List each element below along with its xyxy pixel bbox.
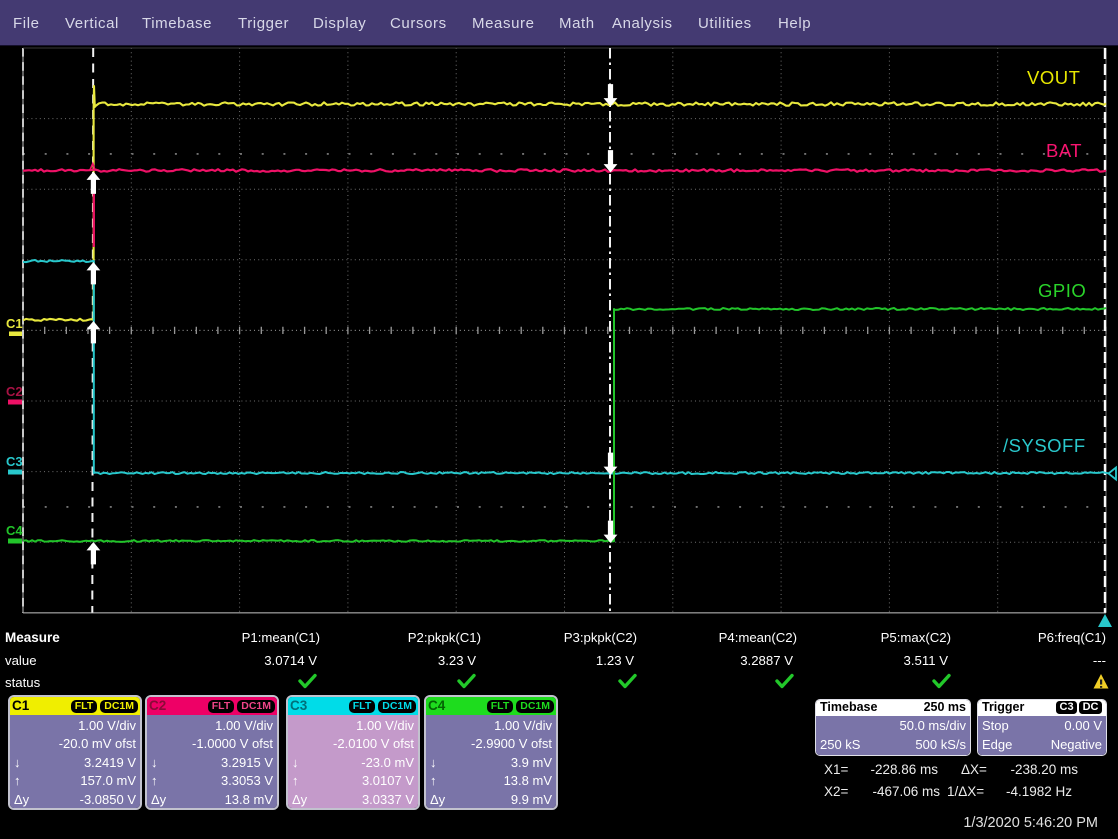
svg-text:GPIO: GPIO — [1038, 280, 1086, 301]
svg-text:C3: C3 — [6, 454, 23, 469]
svg-text:/SYSOFF: /SYSOFF — [1003, 435, 1086, 456]
svg-text:C4: C4 — [6, 523, 23, 538]
svg-text:BAT: BAT — [1046, 140, 1082, 161]
svg-text:VOUT: VOUT — [1027, 67, 1080, 88]
svg-text:C1: C1 — [6, 316, 23, 331]
svg-text:C2: C2 — [6, 384, 23, 399]
